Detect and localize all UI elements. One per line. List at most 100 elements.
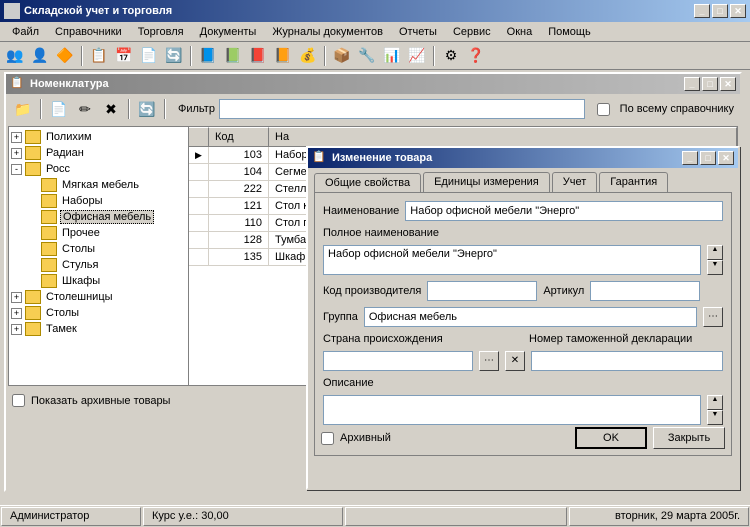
menu-help[interactable]: Помощь (540, 24, 599, 40)
expander-icon[interactable]: + (11, 148, 22, 159)
fullname-scroll-up[interactable]: ▲ (707, 245, 723, 260)
close-dialog-button[interactable]: Закрыть (653, 427, 725, 449)
category-tree[interactable]: +Полихим+Радиан-РоссМягкая мебельНаборыО… (9, 127, 189, 385)
tool-icon-16[interactable]: 📈 (406, 45, 428, 67)
nom-tool-delete[interactable]: ✖ (100, 98, 122, 120)
tool-icon-6[interactable]: 📄 (138, 45, 160, 67)
tree-item[interactable]: +Столы (11, 305, 186, 321)
tree-item[interactable]: Стулья (11, 257, 186, 273)
expander-icon[interactable]: + (11, 324, 22, 335)
country-clear-button[interactable]: ✕ (505, 351, 525, 371)
row-indicator (189, 249, 209, 265)
article-label: Артикул (543, 285, 584, 297)
global-search-checkbox[interactable] (597, 103, 610, 116)
row-indicator (189, 181, 209, 197)
tool-icon-17[interactable]: ⚙ (440, 45, 462, 67)
menu-references[interactable]: Справочники (47, 24, 130, 40)
tree-item[interactable]: + Столешницы (11, 289, 186, 305)
description-input[interactable] (323, 395, 701, 425)
tree-item[interactable]: Мягкая мебель (11, 177, 186, 193)
group-input[interactable] (364, 307, 697, 327)
tab-units[interactable]: Единицы измерения (423, 172, 550, 192)
expander-icon[interactable]: + (11, 292, 22, 303)
archive-checkbox[interactable] (12, 394, 25, 407)
tree-item[interactable]: +Тамек (11, 321, 186, 337)
nom-tool-refresh[interactable]: 🔄 (136, 98, 158, 120)
article-input[interactable] (590, 281, 700, 301)
archive-product-checkbox[interactable] (321, 432, 334, 445)
minimize-button[interactable]: _ (694, 4, 710, 18)
tool-icon-18[interactable]: ❓ (465, 45, 487, 67)
maximize-button[interactable]: □ (712, 4, 728, 18)
status-rate: Курс у.е.: 30,00 (143, 507, 343, 526)
row-indicator (189, 232, 209, 248)
manufcode-input[interactable] (427, 281, 537, 301)
desc-scroll-up[interactable]: ▲ (707, 395, 723, 410)
ok-button[interactable]: OK (575, 427, 647, 449)
nom-maximize-button[interactable]: □ (702, 77, 718, 91)
filter-input[interactable] (219, 99, 585, 119)
tool-icon-12[interactable]: 💰 (297, 45, 319, 67)
menu-documents[interactable]: Документы (192, 24, 265, 40)
tree-item[interactable]: Наборы (11, 193, 186, 209)
fullname-scroll-down[interactable]: ▼ (707, 260, 723, 275)
dlg-minimize-button[interactable]: _ (682, 151, 698, 165)
expander-icon (27, 180, 38, 191)
tree-item[interactable]: Столы (11, 241, 186, 257)
fullname-input[interactable]: Набор офисной мебели "Энерго" (323, 245, 701, 275)
expander-icon[interactable]: + (11, 308, 22, 319)
tab-accounting[interactable]: Учет (552, 172, 598, 192)
tool-icon-4[interactable]: 📋 (88, 45, 110, 67)
expander-icon[interactable]: - (11, 164, 22, 175)
menu-journals[interactable]: Журналы документов (264, 24, 391, 40)
tool-icon-8[interactable]: 📘 (197, 45, 219, 67)
tool-icon-9[interactable]: 📗 (222, 45, 244, 67)
menu-service[interactable]: Сервис (445, 24, 499, 40)
tree-item[interactable]: -Росс (11, 161, 186, 177)
nom-minimize-button[interactable]: _ (684, 77, 700, 91)
tree-item[interactable]: +Полихим (11, 129, 186, 145)
tool-icon-13[interactable]: 📦 (331, 45, 353, 67)
dlg-close-button[interactable]: ✕ (718, 151, 734, 165)
folder-icon (25, 162, 41, 176)
tool-icon-11[interactable]: 📙 (272, 45, 294, 67)
tool-icon-15[interactable]: 📊 (381, 45, 403, 67)
tool-icon-5[interactable]: 📅 (113, 45, 135, 67)
folder-icon (41, 258, 57, 272)
tool-icon-2[interactable]: 👤 (29, 45, 51, 67)
col-indicator[interactable] (189, 127, 209, 146)
tab-warranty[interactable]: Гарантия (599, 172, 668, 192)
nom-tool-folder[interactable]: 📁 (12, 98, 34, 120)
tool-icon-7[interactable]: 🔄 (163, 45, 185, 67)
country-browse-button[interactable]: ⋯ (479, 351, 499, 371)
group-browse-button[interactable]: ⋯ (703, 307, 723, 327)
tree-item[interactable]: Шкафы (11, 273, 186, 289)
nom-tool-new[interactable]: 📄 (48, 98, 70, 120)
menu-trade[interactable]: Торговля (130, 24, 192, 40)
tool-icon-1[interactable]: 👥 (4, 45, 26, 67)
menu-windows[interactable]: Окна (499, 24, 541, 40)
customs-input[interactable] (531, 351, 723, 371)
row-indicator (189, 164, 209, 180)
col-name[interactable]: На (269, 127, 737, 146)
nom-close-button[interactable]: ✕ (720, 77, 736, 91)
close-button[interactable]: ✕ (730, 4, 746, 18)
name-input[interactable] (405, 201, 723, 221)
col-code[interactable]: Код (209, 127, 269, 146)
tree-item[interactable]: Прочее (11, 225, 186, 241)
tool-icon-3[interactable]: 🔶 (54, 45, 76, 67)
expander-icon[interactable]: + (11, 132, 22, 143)
menu-file[interactable]: Файл (4, 24, 47, 40)
nom-tool-edit[interactable]: ✏ (74, 98, 96, 120)
country-input[interactable] (323, 351, 473, 371)
tab-general[interactable]: Общие свойства (314, 173, 421, 193)
menu-reports[interactable]: Отчеты (391, 24, 445, 40)
dlg-maximize-button[interactable]: □ (700, 151, 716, 165)
tool-icon-14[interactable]: 🔧 (356, 45, 378, 67)
tree-item[interactable]: Офисная мебель (11, 209, 186, 225)
dialog-titlebar[interactable]: 📋 Изменение товара _ □ ✕ (308, 148, 738, 168)
desc-scroll-down[interactable]: ▼ (707, 410, 723, 425)
tree-item-label: Столешницы (44, 291, 115, 303)
tool-icon-10[interactable]: 📕 (247, 45, 269, 67)
tree-item[interactable]: +Радиан (11, 145, 186, 161)
